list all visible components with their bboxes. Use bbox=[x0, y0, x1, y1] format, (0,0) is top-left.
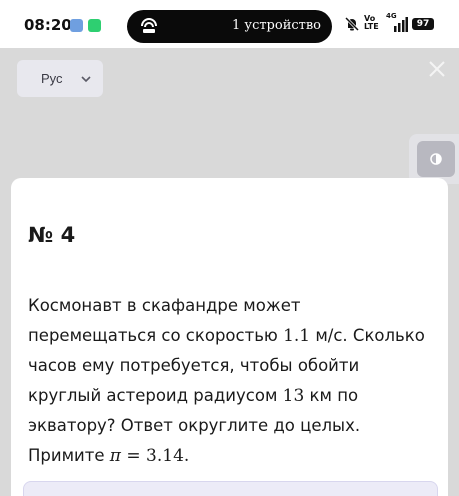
task-card: № 4 Космонавт в скафандре может перемеща… bbox=[11, 178, 448, 496]
answer-input[interactable] bbox=[23, 481, 438, 496]
language-label: Рус bbox=[41, 71, 63, 86]
app-notification-icon bbox=[70, 19, 83, 32]
task-text: Космонавт в скафандре может перемещаться… bbox=[28, 296, 425, 466]
bell-off-icon bbox=[344, 16, 360, 32]
clock: 08:20 bbox=[24, 16, 72, 34]
status-bar: 08:20 1 устройство Vo LTE 4G 97 bbox=[0, 0, 459, 48]
island-text: 1 устройство bbox=[232, 18, 321, 33]
signal-icon bbox=[394, 17, 408, 32]
task-number: № 4 bbox=[28, 223, 76, 247]
battery-indicator: 97 bbox=[412, 18, 434, 30]
radius-value: 13 bbox=[282, 386, 305, 406]
chevron-down-icon bbox=[81, 76, 91, 83]
volte-indicator: Vo LTE bbox=[364, 14, 379, 31]
island-link-icon bbox=[141, 18, 157, 33]
speed-value: 1.1 bbox=[283, 326, 311, 346]
dynamic-island[interactable]: 1 устройство bbox=[127, 10, 332, 43]
accessibility-toggle[interactable] bbox=[409, 134, 459, 184]
app-notification-icon bbox=[88, 19, 101, 32]
close-icon[interactable] bbox=[428, 60, 446, 78]
contrast-icon bbox=[430, 153, 442, 165]
pi-symbol: π bbox=[109, 446, 121, 466]
accessibility-toggle-body bbox=[417, 141, 455, 177]
language-select[interactable]: Рус bbox=[17, 60, 103, 97]
pi-value: 3.14 bbox=[146, 446, 184, 466]
